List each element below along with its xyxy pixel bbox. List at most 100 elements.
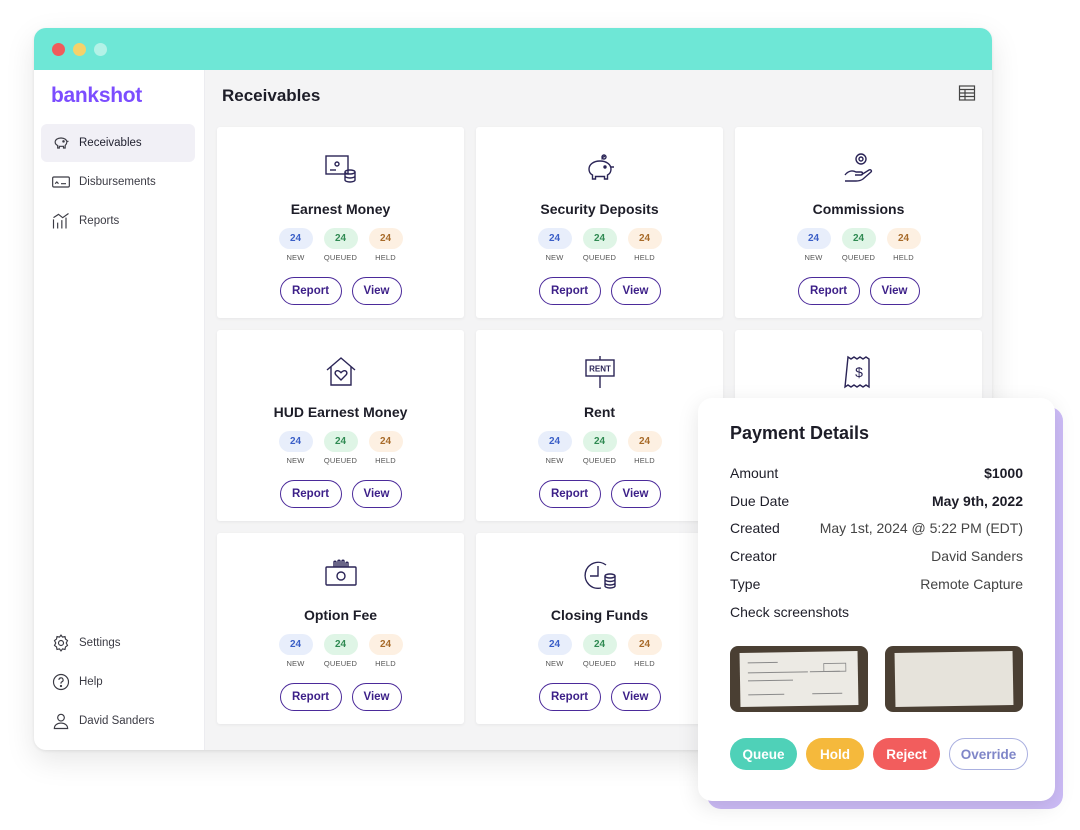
- badge-label: NEW: [545, 253, 564, 262]
- report-button[interactable]: Report: [538, 683, 601, 711]
- chart-icon: [52, 213, 69, 229]
- override-button[interactable]: Override: [949, 738, 1028, 770]
- page-title: Receivables: [222, 86, 321, 105]
- house-heart-icon: [326, 357, 355, 386]
- queued-count-badge[interactable]: 24: [323, 228, 358, 249]
- queued-count-badge[interactable]: 24: [582, 431, 617, 452]
- held-count-badge[interactable]: 24: [627, 634, 662, 655]
- badge-label: NEW: [286, 456, 305, 465]
- app-logo[interactable]: bankshot: [51, 84, 142, 108]
- check-front-image[interactable]: [730, 646, 868, 712]
- created-row: Created May 1st, 2024 @ 5:22 PM (EDT): [730, 518, 1023, 538]
- badge-label: NEW: [804, 253, 823, 262]
- badge-label: NEW: [545, 659, 564, 668]
- badge-label: QUEUED: [582, 253, 617, 262]
- held-count-badge[interactable]: 24: [886, 228, 921, 249]
- queued-count-badge[interactable]: 24: [582, 634, 617, 655]
- view-button[interactable]: View: [351, 277, 402, 305]
- help-icon: [52, 673, 70, 691]
- sidebar-item-receivables[interactable]: Receivables: [41, 124, 195, 162]
- piggy-bank-icon: [587, 154, 614, 180]
- amount-row: Amount $1000: [730, 463, 1023, 483]
- category-card-security-deposits[interactable]: Security Deposits 24 NEW 24 QUEUED 24 HELD …: [476, 127, 723, 318]
- held-count-badge[interactable]: 24: [368, 431, 403, 452]
- badge-label: NEW: [545, 456, 564, 465]
- clock-coins-icon: [583, 561, 616, 590]
- category-card-rent[interactable]: RENT Rent 24 NEW 24 QUEUED 24 HELD Report V…: [476, 330, 723, 521]
- maximize-window-button[interactable]: [94, 43, 107, 56]
- reject-button[interactable]: Reject: [873, 738, 940, 770]
- queue-button[interactable]: Queue: [730, 738, 797, 770]
- layout-toggle-icon[interactable]: [958, 84, 976, 102]
- category-card-commissions[interactable]: Commissions 24 NEW 24 QUEUED 24 HELD Report…: [735, 127, 982, 318]
- check-coins-icon: [324, 155, 356, 183]
- report-button[interactable]: Report: [538, 277, 601, 305]
- report-button[interactable]: Report: [279, 683, 342, 711]
- rent-sign-text: RENT: [589, 365, 611, 374]
- new-count-badge[interactable]: 24: [278, 634, 313, 655]
- sidebar-item-settings[interactable]: Settings: [41, 624, 195, 662]
- held-count-badge[interactable]: 24: [627, 431, 662, 452]
- queued-count-badge[interactable]: 24: [582, 228, 617, 249]
- creator-value: David Sanders: [931, 548, 1023, 564]
- report-button[interactable]: Report: [279, 480, 342, 508]
- badge-label: QUEUED: [323, 456, 358, 465]
- sidebar: bankshot Receivables Disbursements Repor…: [34, 70, 205, 750]
- view-button[interactable]: View: [869, 277, 920, 305]
- badge-label: QUEUED: [323, 659, 358, 668]
- view-button[interactable]: View: [351, 480, 402, 508]
- sidebar-item-profile[interactable]: David Sanders: [41, 702, 195, 740]
- gear-icon: [53, 634, 69, 652]
- card-title: Rent: [583, 404, 616, 420]
- queued-count-badge[interactable]: 24: [323, 634, 358, 655]
- view-button[interactable]: View: [351, 683, 402, 711]
- report-button[interactable]: Report: [538, 480, 601, 508]
- new-count-badge[interactable]: 24: [537, 634, 572, 655]
- category-card-hud-earnest-money[interactable]: HUD Earnest Money 24 NEW 24 QUEUED 24 HELD …: [217, 330, 464, 521]
- card-title: Closing Funds: [550, 607, 649, 623]
- new-count-badge[interactable]: 24: [537, 228, 572, 249]
- minimize-window-button[interactable]: [73, 43, 86, 56]
- badge-label: QUEUED: [323, 253, 358, 262]
- hold-button[interactable]: Hold: [806, 738, 864, 770]
- report-button[interactable]: Report: [797, 277, 860, 305]
- panel-title: Payment Details: [730, 423, 870, 443]
- sidebar-item-label: David Sanders: [79, 715, 155, 727]
- held-count-badge[interactable]: 24: [627, 228, 662, 249]
- amount-value: $1000: [984, 465, 1023, 481]
- new-count-badge[interactable]: 24: [796, 228, 831, 249]
- rent-sign-icon: RENT: [584, 356, 615, 388]
- category-card-earnest-money[interactable]: Earnest Money 24 NEW 24 QUEUED 24 HELD Repo…: [217, 127, 464, 318]
- view-button[interactable]: View: [610, 683, 661, 711]
- view-button[interactable]: View: [610, 480, 661, 508]
- sidebar-item-reports[interactable]: Reports: [41, 202, 195, 240]
- created-value: May 1st, 2024 @ 5:22 PM (EDT): [819, 520, 1023, 536]
- queued-count-badge[interactable]: 24: [323, 431, 358, 452]
- sidebar-item-help[interactable]: Help: [41, 663, 195, 701]
- receipt-dollar-icon: $: [843, 355, 870, 389]
- creator-label: Creator: [730, 548, 777, 564]
- new-count-badge[interactable]: 24: [537, 431, 572, 452]
- check-front-drawing: [747, 661, 847, 696]
- card-title: Option Fee: [303, 607, 378, 623]
- type-label: Type: [730, 576, 761, 592]
- type-value: Remote Capture: [920, 576, 1023, 592]
- new-count-badge[interactable]: 24: [278, 431, 313, 452]
- amount-label: Amount: [730, 465, 779, 481]
- badge-label: HELD: [375, 253, 396, 262]
- held-count-badge[interactable]: 24: [368, 634, 403, 655]
- queued-count-badge[interactable]: 24: [841, 228, 876, 249]
- creator-row: Creator David Sanders: [730, 546, 1023, 566]
- new-count-badge[interactable]: 24: [278, 228, 313, 249]
- check-back-image[interactable]: [885, 646, 1023, 712]
- sidebar-item-disbursements[interactable]: Disbursements: [41, 163, 195, 201]
- created-label: Created: [730, 520, 780, 536]
- category-card-closing-funds[interactable]: Closing Funds 24 NEW 24 QUEUED 24 HELD Repo…: [476, 533, 723, 724]
- due-date-label: Due Date: [730, 493, 790, 509]
- close-window-button[interactable]: [52, 43, 65, 56]
- report-button[interactable]: Report: [279, 277, 342, 305]
- view-button[interactable]: View: [610, 277, 661, 305]
- category-card-option-fee[interactable]: Option Fee 24 NEW 24 QUEUED 24 HELD Report …: [217, 533, 464, 724]
- held-count-badge[interactable]: 24: [368, 228, 403, 249]
- badge-label: HELD: [634, 659, 655, 668]
